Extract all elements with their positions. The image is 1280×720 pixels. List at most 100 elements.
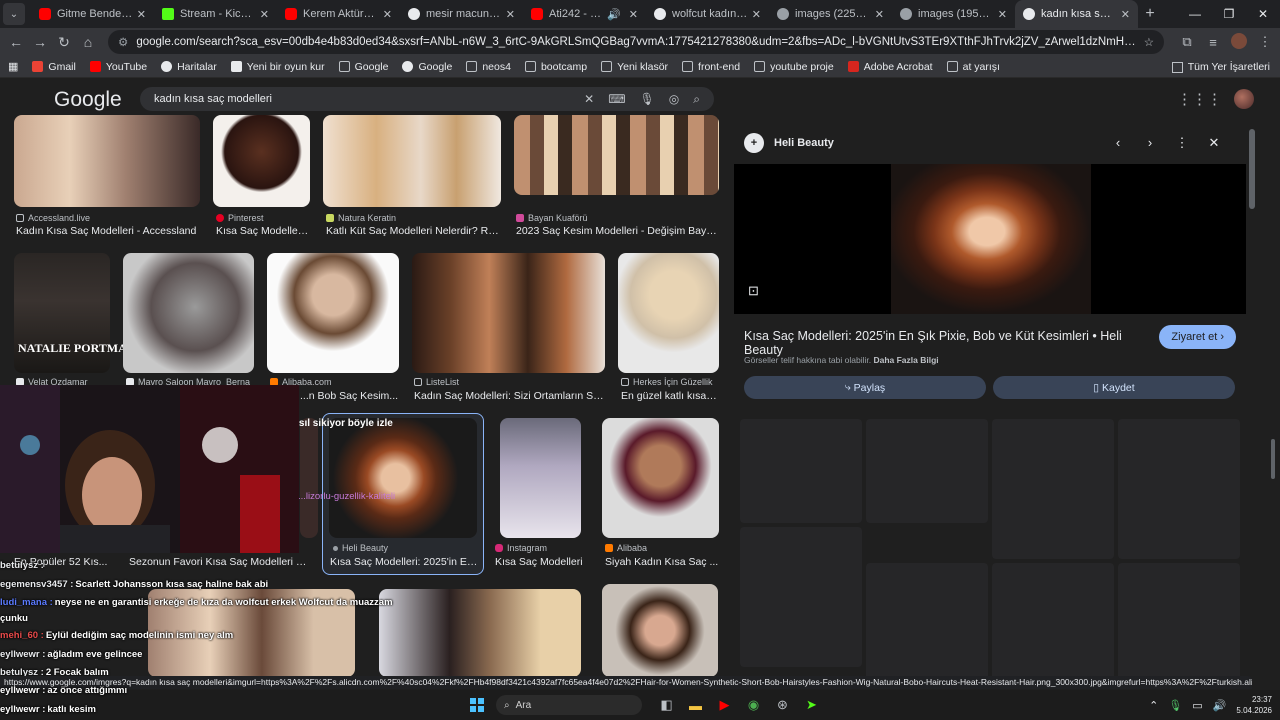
image-result[interactable] (412, 253, 605, 373)
result-caption[interactable]: Katlı Küt Saç Modelleri Nelerdir? Resi..… (326, 225, 501, 237)
share-button[interactable]: ⤷ Paylaş (744, 376, 986, 399)
new-tab-button[interactable]: + (1138, 5, 1162, 23)
result-caption[interactable]: ...n Bob Saç Kesim... (300, 390, 399, 402)
bookmark-folder-frontend[interactable]: front-end (682, 61, 740, 73)
image-result[interactable] (267, 253, 399, 373)
related-image-placeholder[interactable] (992, 419, 1114, 559)
tab[interactable]: Stream - Kick Dashbo✕ (154, 0, 277, 28)
related-image-placeholder[interactable] (740, 419, 862, 523)
tab[interactable]: images (195×259)✕ (892, 0, 1015, 28)
mic-icon[interactable]: 🎙 (640, 92, 655, 106)
lens-icon[interactable]: ◎ (669, 92, 679, 106)
chrome-icon[interactable]: ◉ (739, 697, 768, 713)
panel-scrollbar[interactable] (1249, 129, 1255, 679)
obs-icon[interactable]: ➤ (797, 697, 826, 713)
google-logo[interactable]: Google (54, 88, 122, 112)
keyboard-icon[interactable]: ⌨ (608, 92, 625, 106)
bookmark-folder-bootcamp[interactable]: bootcamp (524, 61, 587, 73)
related-image-placeholder[interactable] (1118, 563, 1240, 683)
forward-icon[interactable]: → (28, 34, 52, 50)
close-tab-icon[interactable]: ✕ (506, 8, 515, 21)
home-icon[interactable]: ⌂ (76, 34, 100, 50)
tab[interactable]: Gitme Benden - YouT✕ (31, 0, 154, 28)
minimize-icon[interactable]: — (1178, 0, 1212, 28)
bookmark-youtube[interactable]: YouTube (89, 61, 147, 73)
lens-search-icon[interactable]: ⊡ (748, 283, 759, 299)
mic-icon[interactable]: 🎙 (1168, 699, 1182, 712)
windows-start-icon[interactable] (470, 698, 484, 712)
volume-icon[interactable]: 🔊 (1213, 699, 1227, 712)
close-window-icon[interactable]: ✕ (1246, 0, 1280, 28)
preview-title[interactable]: Kısa Saç Modelleri: 2025'in En Şık Pixie… (744, 329, 1144, 357)
bookmark-gmail[interactable]: Gmail (32, 61, 76, 73)
more-options-icon[interactable]: ⋮ (1166, 135, 1198, 151)
tab-search-button[interactable]: ⌄ (3, 3, 25, 25)
tab[interactable]: Kerem Aktürkoğlu Dö✕ (277, 0, 400, 28)
tab[interactable]: Ati242 - Italy Fon🔊✕ (523, 0, 646, 28)
steam-icon[interactable]: ⊛ (768, 697, 797, 713)
result-caption[interactable]: Sezonun Favori Kısa Saç Modelleri - Sa..… (129, 556, 309, 568)
bookmark-new-game[interactable]: Yeni bir oyun kur (230, 61, 325, 73)
profile-avatar[interactable] (1226, 32, 1252, 52)
search-input[interactable]: kadın kısa saç modelleri ✕ ⌨ 🎙 ◎ ⌕ (140, 87, 714, 111)
search-icon[interactable]: ⌕ (693, 92, 700, 107)
tray-expand-icon[interactable]: ⌃ (1149, 699, 1158, 712)
close-tab-icon[interactable]: ✕ (752, 8, 761, 21)
image-result[interactable] (500, 418, 581, 538)
image-result[interactable] (514, 115, 719, 195)
previous-icon[interactable]: ‹ (1102, 135, 1134, 151)
panel-site[interactable]: + Heli Beauty (744, 133, 834, 153)
result-caption[interactable]: Kadın Saç Modelleri: Sizi Ortamların Sta… (414, 390, 605, 402)
all-bookmarks[interactable]: Tüm Yer İşaretleri (1171, 56, 1270, 78)
result-caption[interactable]: Kadın Kısa Saç Modelleri - Accessland (16, 225, 206, 237)
account-avatar[interactable] (1234, 89, 1254, 109)
bookmark-star-icon[interactable]: ☆ (1144, 35, 1154, 49)
image-result[interactable] (123, 253, 254, 373)
site-info-icon[interactable]: ⚙ (118, 35, 128, 49)
visit-button[interactable]: Ziyaret et › (1159, 325, 1236, 349)
related-image-placeholder[interactable] (1118, 419, 1240, 559)
extensions-icon[interactable]: ⧉ (1174, 34, 1200, 50)
related-image-placeholder[interactable] (740, 527, 862, 667)
taskbar-search[interactable]: ⌕ Ara (496, 695, 642, 715)
image-result[interactable] (300, 418, 318, 538)
image-result[interactable] (618, 253, 719, 373)
panel-scrollbar-thumb[interactable] (1249, 129, 1255, 209)
task-view-icon[interactable]: ◧ (652, 697, 681, 713)
close-tab-icon[interactable]: ✕ (137, 8, 146, 21)
more-info-link[interactable]: Daha Fazla Bilgi (873, 355, 938, 365)
image-result[interactable] (213, 115, 310, 207)
page-scrollbar-thumb[interactable] (1271, 439, 1275, 479)
address-bar[interactable]: ⚙ google.com/search?sca_esv=00db4e4b83d0… (108, 30, 1164, 54)
bookmark-adobe[interactable]: Adobe Acrobat (847, 61, 933, 73)
bookmark-folder-new[interactable]: Yeni klasör (601, 61, 668, 73)
related-image-placeholder[interactable] (866, 419, 988, 523)
result-caption[interactable]: Kısa Saç Modelleri: 2025'in En ... (330, 556, 478, 568)
audio-playing-icon[interactable]: 🔊 (607, 8, 621, 21)
maximize-icon[interactable]: ❐ (1212, 0, 1246, 28)
image-result[interactable] (602, 418, 719, 538)
next-icon[interactable]: › (1134, 135, 1166, 151)
close-tab-icon[interactable]: ✕ (260, 8, 269, 21)
result-caption[interactable]: Kısa Saç Modelleri... (216, 225, 310, 237)
image-result[interactable] (379, 589, 581, 677)
bookmark-folder-neos4[interactable]: neos4 (466, 61, 511, 73)
result-caption[interactable]: Siyah Kadın Kısa Saç ... (605, 556, 719, 568)
clear-icon[interactable]: ✕ (584, 92, 594, 106)
clock[interactable]: 23:37 5.04.2026 (1236, 694, 1272, 716)
tab-active[interactable]: kadın kısa saç modell✕ (1015, 0, 1138, 28)
image-result-selected[interactable] (329, 418, 477, 538)
related-image-placeholder[interactable] (866, 563, 988, 683)
reload-icon[interactable]: ↻ (52, 34, 76, 51)
apps-icon[interactable]: ▦ (8, 60, 18, 73)
image-result[interactable] (323, 115, 501, 207)
close-tab-icon[interactable]: ✕ (383, 8, 392, 21)
preview-image[interactable] (734, 164, 1246, 314)
tab[interactable]: mesir macunu - Goog✕ (400, 0, 523, 28)
bookmark-maps[interactable]: Haritalar (161, 61, 217, 73)
youtube-app-icon[interactable]: ▶ (710, 697, 739, 713)
back-icon[interactable]: ← (4, 34, 28, 50)
save-button[interactable]: ▯ Kaydet (993, 376, 1235, 399)
reading-list-icon[interactable]: ≡ (1200, 35, 1226, 50)
result-caption[interactable]: En güzel katlı kısa s... (621, 390, 719, 402)
